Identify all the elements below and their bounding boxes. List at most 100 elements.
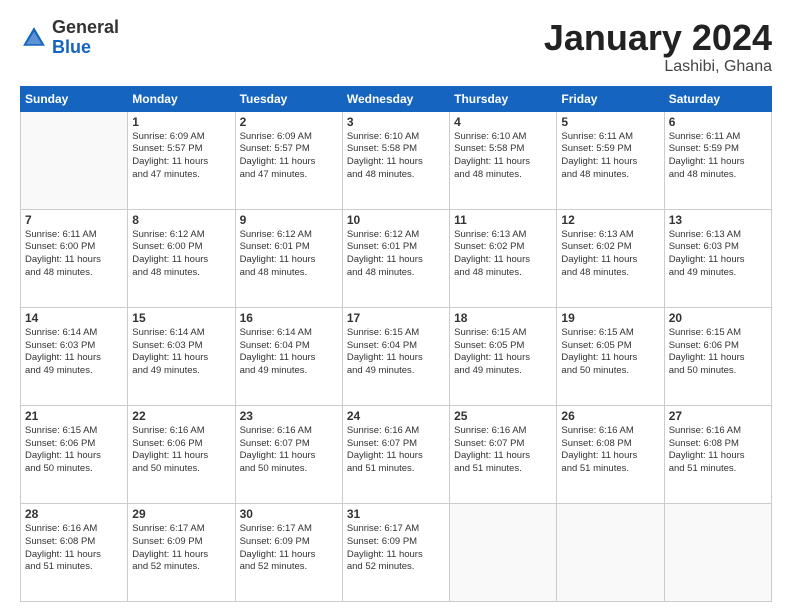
calendar-cell: 4 Sunrise: 6:10 AMSunset: 5:58 PMDaylight… (450, 111, 557, 209)
day-info: Sunrise: 6:09 AMSunset: 5:57 PMDaylight:… (132, 131, 230, 182)
weekday-header: Friday (557, 86, 664, 111)
calendar-cell: 28 Sunrise: 6:16 AMSunset: 6:08 PMDayligh… (21, 503, 128, 601)
calendar-week-row: 21Sunrise: 6:15 AMSunset: 6:06 PMDayligh… (21, 405, 772, 503)
calendar-cell: 5Sunrise: 6:11 AMSunset: 5:59 PMDaylight… (557, 111, 664, 209)
day-info: Sunrise: 6:15 AMSunset: 6:05 PMDaylight:… (561, 327, 659, 378)
calendar-table: SundayMondayTuesdayWednesdayThursdayFrid… (20, 86, 772, 602)
calendar-cell: 13 Sunrise: 6:13 AMSunset: 6:03 PMDayligh… (664, 209, 771, 307)
calendar-cell: 29Sunrise: 6:17 AMSunset: 6:09 PMDayligh… (128, 503, 235, 601)
day-number: 8 (132, 213, 230, 227)
day-info: Sunrise: 6:17 AMSunset: 6:09 PMDaylight:… (347, 523, 445, 574)
calendar-cell: 8Sunrise: 6:12 AMSunset: 6:00 PMDaylight… (128, 209, 235, 307)
day-info: Sunrise: 6:14 AMSunset: 6:04 PMDaylight:… (240, 327, 338, 378)
calendar-cell: 21Sunrise: 6:15 AMSunset: 6:06 PMDayligh… (21, 405, 128, 503)
day-info: Sunrise: 6:13 AMSunset: 6:03 PMDaylight:… (669, 229, 767, 280)
day-info: Sunrise: 6:12 AMSunset: 6:01 PMDaylight:… (347, 229, 445, 280)
title-block: January 2024 Lashibi, Ghana (544, 18, 772, 76)
location: Lashibi, Ghana (544, 58, 772, 76)
calendar-week-row: 28 Sunrise: 6:16 AMSunset: 6:08 PMDayligh… (21, 503, 772, 601)
calendar-cell: 14 Sunrise: 6:14 AMSunset: 6:03 PMDayligh… (21, 307, 128, 405)
calendar-cell: 27Sunrise: 6:16 AMSunset: 6:08 PMDayligh… (664, 405, 771, 503)
day-info: Sunrise: 6:09 AMSunset: 5:57 PMDaylight:… (240, 131, 338, 182)
day-number: 18 (454, 311, 552, 325)
calendar-week-row: 1 Sunrise: 6:09 AMSunset: 5:57 PMDaylight… (21, 111, 772, 209)
weekday-header: Sunday (21, 86, 128, 111)
day-number: 13 (669, 213, 767, 227)
weekday-header: Tuesday (235, 86, 342, 111)
day-number: 15 (132, 311, 230, 325)
day-number: 14 (25, 311, 123, 325)
calendar-week-row: 14 Sunrise: 6:14 AMSunset: 6:03 PMDayligh… (21, 307, 772, 405)
day-number: 21 (25, 409, 123, 423)
day-number: 11 (454, 213, 552, 227)
day-info: Sunrise: 6:14 AMSunset: 6:03 PMDaylight:… (132, 327, 230, 378)
month-title: January 2024 (544, 18, 772, 58)
day-info: Sunrise: 6:11 AMSunset: 5:59 PMDaylight:… (669, 131, 767, 182)
calendar-cell: 19 Sunrise: 6:15 AMSunset: 6:05 PMDayligh… (557, 307, 664, 405)
calendar-cell: 15 Sunrise: 6:14 AMSunset: 6:03 PMDayligh… (128, 307, 235, 405)
day-number: 23 (240, 409, 338, 423)
calendar-cell: 2 Sunrise: 6:09 AMSunset: 5:57 PMDaylight… (235, 111, 342, 209)
calendar-cell: 23 Sunrise: 6:16 AMSunset: 6:07 PMDayligh… (235, 405, 342, 503)
logo-icon (20, 24, 48, 52)
day-number: 4 (454, 115, 552, 129)
calendar-cell (664, 503, 771, 601)
day-info: Sunrise: 6:13 AMSunset: 6:02 PMDaylight:… (454, 229, 552, 280)
day-number: 30 (240, 507, 338, 521)
day-info: Sunrise: 6:10 AMSunset: 5:58 PMDaylight:… (454, 131, 552, 182)
calendar-cell: 1 Sunrise: 6:09 AMSunset: 5:57 PMDaylight… (128, 111, 235, 209)
day-info: Sunrise: 6:11 AMSunset: 6:00 PMDaylight:… (25, 229, 123, 280)
calendar-cell (450, 503, 557, 601)
day-number: 29 (132, 507, 230, 521)
logo-blue: Blue (52, 37, 91, 57)
day-info: Sunrise: 6:16 AMSunset: 6:07 PMDaylight:… (240, 425, 338, 476)
day-number: 5 (561, 115, 659, 129)
calendar-cell: 3 Sunrise: 6:10 AMSunset: 5:58 PMDaylight… (342, 111, 449, 209)
day-number: 26 (561, 409, 659, 423)
day-number: 25 (454, 409, 552, 423)
calendar-cell: 24 Sunrise: 6:16 AMSunset: 6:07 PMDayligh… (342, 405, 449, 503)
calendar-cell: 20Sunrise: 6:15 AMSunset: 6:06 PMDayligh… (664, 307, 771, 405)
day-number: 1 (132, 115, 230, 129)
day-info: Sunrise: 6:12 AMSunset: 6:01 PMDaylight:… (240, 229, 338, 280)
calendar-cell: 22Sunrise: 6:16 AMSunset: 6:06 PMDayligh… (128, 405, 235, 503)
day-number: 16 (240, 311, 338, 325)
day-info: Sunrise: 6:16 AMSunset: 6:07 PMDaylight:… (347, 425, 445, 476)
weekday-header: Saturday (664, 86, 771, 111)
logo-general: General (52, 17, 119, 37)
day-number: 28 (25, 507, 123, 521)
calendar-cell: 16 Sunrise: 6:14 AMSunset: 6:04 PMDayligh… (235, 307, 342, 405)
weekday-header: Monday (128, 86, 235, 111)
calendar-cell: 12 Sunrise: 6:13 AMSunset: 6:02 PMDayligh… (557, 209, 664, 307)
calendar-header-row: SundayMondayTuesdayWednesdayThursdayFrid… (21, 86, 772, 111)
day-number: 12 (561, 213, 659, 227)
logo: General Blue (20, 18, 119, 58)
calendar-cell: 11 Sunrise: 6:13 AMSunset: 6:02 PMDayligh… (450, 209, 557, 307)
calendar-cell: 7 Sunrise: 6:11 AMSunset: 6:00 PMDaylight… (21, 209, 128, 307)
day-number: 19 (561, 311, 659, 325)
day-number: 24 (347, 409, 445, 423)
day-info: Sunrise: 6:16 AMSunset: 6:08 PMDaylight:… (669, 425, 767, 476)
weekday-header: Wednesday (342, 86, 449, 111)
day-info: Sunrise: 6:16 AMSunset: 6:07 PMDaylight:… (454, 425, 552, 476)
day-number: 3 (347, 115, 445, 129)
day-info: Sunrise: 6:13 AMSunset: 6:02 PMDaylight:… (561, 229, 659, 280)
header: General Blue January 2024 Lashibi, Ghana (20, 18, 772, 76)
day-number: 17 (347, 311, 445, 325)
calendar-cell: 25 Sunrise: 6:16 AMSunset: 6:07 PMDayligh… (450, 405, 557, 503)
day-number: 9 (240, 213, 338, 227)
calendar-cell: 10 Sunrise: 6:12 AMSunset: 6:01 PMDayligh… (342, 209, 449, 307)
day-number: 7 (25, 213, 123, 227)
day-number: 2 (240, 115, 338, 129)
calendar-cell (557, 503, 664, 601)
calendar-cell: 6 Sunrise: 6:11 AMSunset: 5:59 PMDaylight… (664, 111, 771, 209)
day-info: Sunrise: 6:15 AMSunset: 6:04 PMDaylight:… (347, 327, 445, 378)
day-number: 6 (669, 115, 767, 129)
day-number: 10 (347, 213, 445, 227)
day-info: Sunrise: 6:16 AMSunset: 6:08 PMDaylight:… (25, 523, 123, 574)
day-info: Sunrise: 6:10 AMSunset: 5:58 PMDaylight:… (347, 131, 445, 182)
calendar-cell: 9 Sunrise: 6:12 AMSunset: 6:01 PMDaylight… (235, 209, 342, 307)
calendar-cell: 17 Sunrise: 6:15 AMSunset: 6:04 PMDayligh… (342, 307, 449, 405)
day-info: Sunrise: 6:14 AMSunset: 6:03 PMDaylight:… (25, 327, 123, 378)
day-info: Sunrise: 6:16 AMSunset: 6:08 PMDaylight:… (561, 425, 659, 476)
